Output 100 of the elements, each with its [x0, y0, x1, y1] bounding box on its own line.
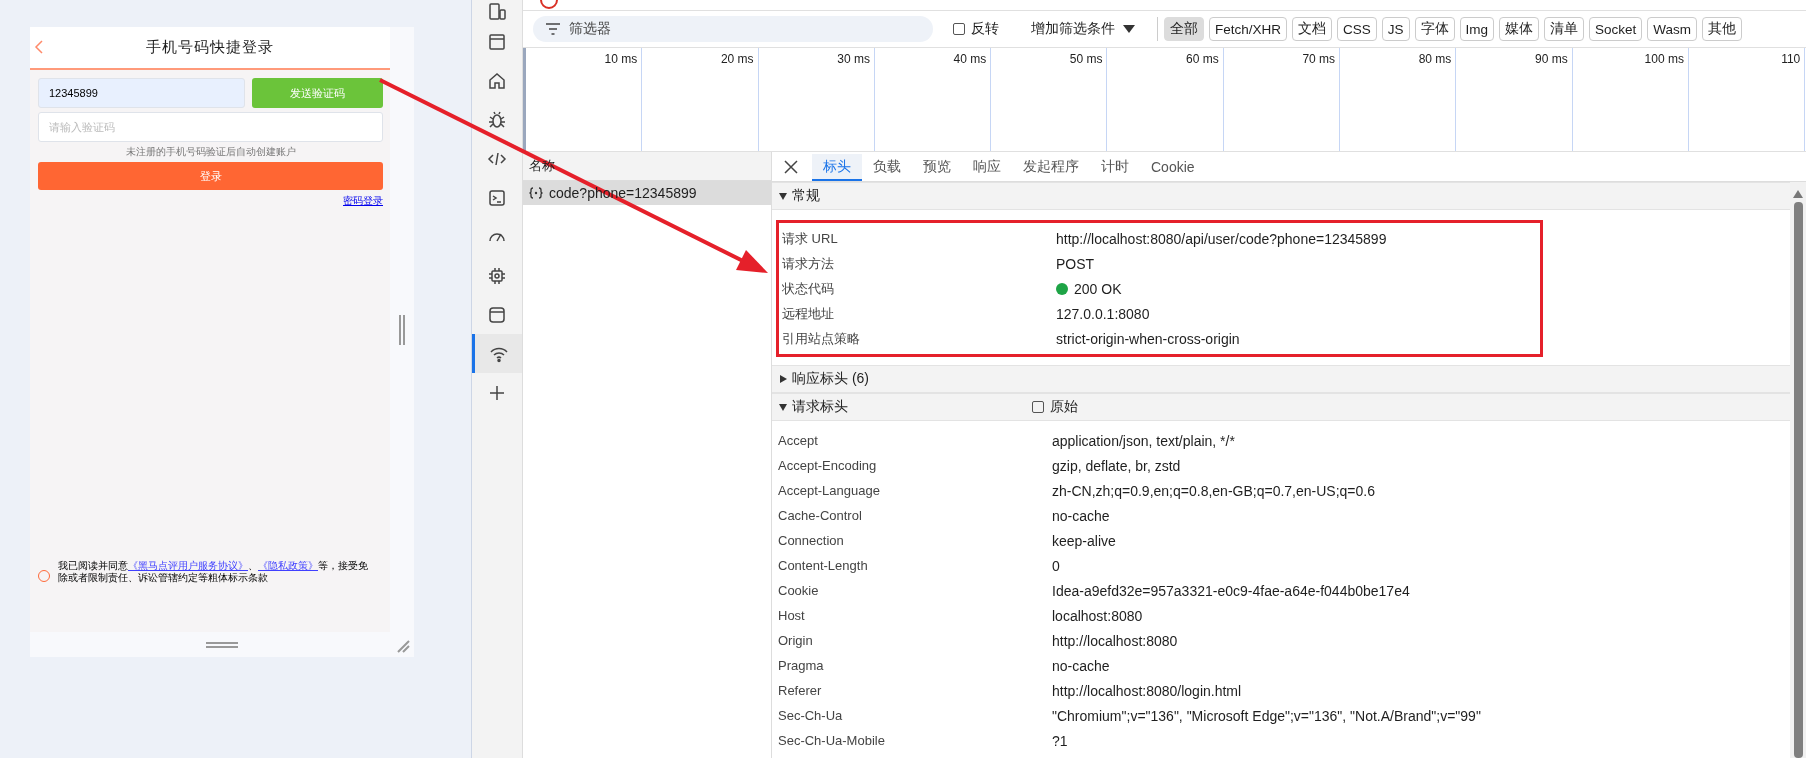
section-title[interactable]: 请求标头 — [792, 398, 848, 416]
scroll-up-icon[interactable] — [1793, 190, 1803, 198]
time-tick: 40 ms — [953, 52, 987, 66]
header-name: Cache-Control — [778, 508, 863, 523]
header-value: 127.0.0.1:8080 — [1056, 305, 1150, 322]
filter-chip[interactable]: Img — [1459, 17, 1495, 41]
agreement-text: 我已阅读并同意《黑马点评用户服务协议》、《隐私政策》等，接受免除或者限制责任、诉讼管辖约定等粗体标示条款 — [58, 560, 369, 584]
time-tick: 20 ms — [720, 52, 754, 66]
header-name: Pragma — [778, 658, 825, 673]
checkbox-label: 反转 — [971, 20, 999, 38]
filter-chip[interactable]: Fetch/XHR — [1209, 17, 1288, 41]
header-name: Content-Length — [778, 558, 869, 573]
header-value: ?1 — [1052, 732, 1068, 749]
filter-chip[interactable]: Wasm — [1647, 17, 1698, 41]
detail-tab[interactable]: 响应 — [962, 154, 1012, 181]
header-name: Sec-Ch-Ua-Mobile — [778, 733, 886, 748]
caret-icon[interactable] — [1123, 25, 1135, 33]
expanded-triangle-icon[interactable] — [778, 191, 788, 201]
password-login-link[interactable]: 密码登录 — [343, 195, 383, 208]
header-value: Idea-a9efd32e=957a3321-e0c9-4fae-a64e-f044b0be17e4 — [1052, 582, 1410, 599]
header-value: localhost:8080 — [1052, 607, 1143, 624]
filter-chip[interactable]: JS — [1381, 17, 1410, 41]
filter-chip[interactable]: 清单 — [1544, 17, 1585, 41]
more-filters-label[interactable]: 增加筛选条件 — [1031, 20, 1115, 38]
header-name: Referer — [778, 683, 823, 698]
chip-icon[interactable] — [487, 265, 507, 286]
header-value: strict-origin-when-cross-origin — [1056, 330, 1240, 347]
page-title: 手机号码快捷登录 — [146, 38, 274, 57]
braces-icon — [529, 187, 543, 199]
header-value: http://localhost:8080 — [1052, 632, 1178, 649]
header-value: http://localhost:8080/api/user/code?phone=12345899 — [1056, 230, 1387, 247]
header-name: 远程地址 — [782, 304, 835, 323]
header-value: application/json, text/plain, */* — [1052, 432, 1235, 449]
header-name: Accept-Language — [778, 483, 881, 498]
filter-chip[interactable]: 全部 — [1164, 17, 1204, 41]
detail-tab[interactable]: 负载 — [862, 154, 912, 181]
header-name: 状态代码 — [782, 279, 835, 298]
filter-chip[interactable]: 字体 — [1414, 17, 1455, 41]
time-tick: 90 ms — [1535, 52, 1568, 66]
header-name: Host — [778, 608, 806, 623]
device-icon[interactable] — [487, 2, 507, 22]
filter-field[interactable]: 筛选器 — [533, 16, 933, 42]
time-tick: 30 ms — [837, 52, 870, 66]
resize-handle[interactable] — [399, 314, 405, 345]
collapsed-triangle-icon[interactable] — [778, 374, 788, 384]
header-value: keep-alive — [1052, 532, 1116, 549]
console-icon[interactable] — [487, 187, 507, 208]
header-value: no-cache — [1052, 657, 1110, 674]
filter-chip[interactable]: CSS — [1337, 17, 1377, 41]
detail-tab[interactable]: 计时 — [1090, 154, 1140, 181]
time-tick: 100 ms — [1644, 52, 1684, 66]
home-icon[interactable] — [487, 70, 507, 91]
resize-handle[interactable] — [206, 641, 238, 648]
header-value: gzip, deflate, br, zstd — [1052, 457, 1181, 474]
raw-checkbox[interactable] — [1032, 401, 1044, 413]
section-title[interactable]: 常规 — [792, 187, 820, 205]
filter-chip[interactable]: 文档 — [1292, 17, 1333, 41]
checkbox-label: 原始 — [1050, 398, 1078, 416]
header-name: 请求 URL — [782, 229, 839, 248]
hint-text: 未注册的手机号码验证后自动创建账户 — [124, 146, 297, 159]
time-tick: 70 ms — [1302, 52, 1336, 66]
window-icon[interactable] — [487, 304, 507, 325]
window-icon[interactable] — [487, 31, 507, 52]
header-value: "Chromium";v="136", "Microsoft Edge";v="136", "Not.A/Brand";v="99" — [1052, 707, 1481, 724]
time-tick: 110 — [1781, 52, 1801, 66]
detail-tab[interactable]: Cookie — [1140, 154, 1206, 181]
header-value: 200 OK — [1074, 280, 1122, 297]
filter-icon — [545, 23, 561, 35]
close-icon[interactable] — [784, 159, 798, 174]
header-name: Cookie — [778, 583, 820, 598]
header-name: Connection — [778, 533, 845, 548]
detail-tab[interactable]: 发起程序 — [1012, 154, 1090, 181]
time-tick: 10 ms — [604, 52, 638, 66]
time-tick: 80 ms — [1418, 52, 1452, 66]
resize-grip-icon[interactable] — [396, 639, 410, 653]
header-value: POST — [1056, 255, 1095, 272]
filter-chip[interactable]: 媒体 — [1499, 17, 1540, 41]
filter-chip[interactable]: Socket — [1589, 17, 1643, 41]
agreement-link[interactable]: 《黑马点评用户服务协议》 — [128, 560, 248, 571]
header-name: Sec-Ch-Ua — [778, 708, 844, 723]
agreement-link[interactable]: 《隐私政策》 — [258, 560, 318, 571]
header-value: zh-CN,zh;q=0.9,en;q=0.8,en-GB;q=0.7,en-US;q=0.6 — [1052, 482, 1375, 499]
detail-tab[interactable]: 标头 — [812, 154, 862, 181]
header-value: http://localhost:8080/login.html — [1052, 682, 1242, 699]
header-value: no-cache — [1052, 507, 1110, 524]
header-name: 请求方法 — [782, 254, 835, 273]
header-name: Accept-Encoding — [778, 458, 878, 473]
expanded-triangle-icon[interactable] — [778, 402, 788, 412]
time-tick: 60 ms — [1186, 52, 1219, 66]
time-tick: 50 ms — [1069, 52, 1103, 66]
header-value: 0 — [1052, 557, 1060, 574]
phone-field[interactable]: 12345899 — [38, 78, 245, 108]
bug-icon[interactable] — [487, 109, 507, 130]
header-name: 引用站点策略 — [782, 329, 861, 348]
filter-chip[interactable]: 其他 — [1702, 17, 1743, 41]
section-title[interactable]: 响应标头 (6) — [792, 370, 869, 388]
detail-tab[interactable]: 预览 — [912, 154, 962, 181]
scrollbar-thumb[interactable] — [1793, 202, 1803, 758]
header-name: Origin — [778, 633, 814, 648]
invert-checkbox[interactable] — [953, 23, 965, 35]
